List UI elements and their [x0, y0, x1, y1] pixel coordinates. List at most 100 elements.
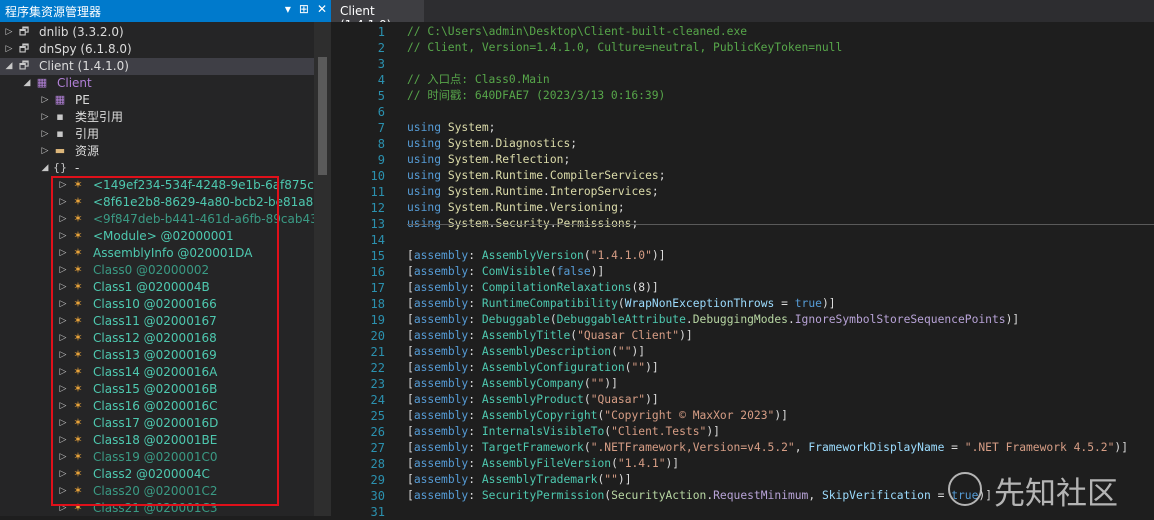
collapse-arrow-icon[interactable]: ◢ [22, 75, 32, 92]
tree-item[interactable]: ▷ ✶ Class16 @0200016C [0, 398, 314, 415]
expand-arrow-icon[interactable]: ▷ [58, 466, 68, 483]
tree-item[interactable]: ▷ ✶ <149ef234-534f-4248-9e1b-6af875c1 [0, 177, 314, 194]
scrollbar-thumb[interactable] [318, 57, 327, 175]
tree-item[interactable]: ▷ ✶ <9f847deb-b441-461d-a6fb-89cab43 [0, 211, 314, 228]
expand-arrow-icon[interactable]: ▷ [58, 313, 68, 330]
pin-icon[interactable]: ⊞ [299, 2, 309, 16]
tree-item[interactable]: ▷ ▬ 资源 [0, 143, 314, 160]
expand-arrow-icon[interactable]: ▷ [58, 347, 68, 364]
tree-item-label: 类型引用 [75, 110, 124, 124]
dropdown-icon[interactable]: ▾ [285, 2, 291, 16]
code-token: true [794, 297, 822, 310]
expand-arrow-icon[interactable]: ▷ [58, 177, 68, 194]
expand-arrow-icon[interactable]: ▷ [58, 432, 68, 449]
tree-item[interactable]: ▷ ✶ Class1 @0200004B [0, 279, 314, 296]
expand-arrow-icon[interactable]: ▷ [58, 194, 68, 211]
class-icon: ✶ [73, 382, 83, 395]
expand-arrow-icon[interactable]: ▷ [58, 330, 68, 347]
tab-client[interactable]: Client (1.4.1.0) [331, 0, 424, 32]
tree-item[interactable]: ▷ ✶ AssemblyInfo @020001DA [0, 245, 314, 262]
code-token: System [447, 201, 489, 214]
code-token: [ [407, 473, 414, 486]
line-number: 12 [370, 201, 385, 215]
expand-arrow-icon[interactable]: ▷ [40, 109, 50, 126]
tree-item[interactable]: ▷ ✶ Class2 @0200004C [0, 466, 314, 483]
tree-item[interactable]: ◢ 🗗 Client (1.4.1.0) [0, 58, 314, 75]
class-icon: ✶ [73, 212, 83, 225]
tree-item[interactable]: ▷ ✶ Class17 @0200016D [0, 415, 314, 432]
expand-arrow-icon[interactable]: ▷ [58, 296, 68, 313]
tree-item[interactable]: ▷ ✶ Class20 @020001C2 [0, 483, 314, 500]
code-line: [assembly: SecurityPermission(SecurityAc… [407, 488, 992, 504]
expand-arrow-icon[interactable]: ▷ [58, 483, 68, 500]
code-line: using System.Runtime.Versioning; [407, 200, 625, 216]
expand-arrow-icon[interactable]: ▷ [40, 126, 50, 143]
tree-item[interactable]: ▷ ✶ Class12 @02000168 [0, 330, 314, 347]
expand-arrow-icon[interactable]: ▷ [40, 92, 50, 109]
expand-arrow-icon[interactable]: ▷ [58, 228, 68, 245]
close-icon[interactable]: ✕ [317, 2, 327, 16]
expand-arrow-icon[interactable]: ▷ [58, 449, 68, 466]
tree-item[interactable]: ◢{} - [0, 160, 314, 177]
expand-arrow-icon[interactable]: ▷ [58, 500, 68, 516]
tree-item[interactable]: ▷ ✶ Class10 @02000166 [0, 296, 314, 313]
code-token: [ [407, 313, 414, 326]
line-number: 13 [370, 217, 385, 231]
tree-item[interactable]: ▷ ▪ 引用 [0, 126, 314, 143]
code-token: ; [617, 201, 625, 214]
tree-item[interactable]: ▷ ✶ <Module> @02000001 [0, 228, 314, 245]
code-line: [assembly: InternalsVisibleTo("Client.Te… [407, 424, 720, 440]
tree-scrollbar[interactable] [314, 22, 331, 516]
collapse-arrow-icon[interactable]: ◢ [4, 58, 14, 75]
expand-arrow-icon[interactable]: ▷ [58, 415, 68, 432]
code-token: false [556, 265, 591, 278]
expand-arrow-icon[interactable]: ▷ [4, 24, 14, 41]
expand-arrow-icon[interactable]: ▷ [58, 279, 68, 296]
tree-item[interactable]: ▷ ✶ Class18 @020001BE [0, 432, 314, 449]
code-token: = [944, 441, 965, 454]
expand-arrow-icon[interactable]: ▷ [58, 245, 68, 262]
code-token: : [468, 249, 482, 262]
tree-item[interactable]: ▷ ▦ PE [0, 92, 314, 109]
code-token: ( [583, 249, 591, 262]
tree-item[interactable]: ▷ ✶ Class13 @02000169 [0, 347, 314, 364]
collapse-arrow-icon[interactable]: ◢ [40, 160, 50, 177]
code-view[interactable]: // C:\Users\admin\Desktop\Client-built-c… [407, 22, 1154, 516]
tree-item[interactable]: ▷ ✶ Class11 @02000167 [0, 313, 314, 330]
code-token: FrameworkDisplayName [808, 441, 945, 454]
code-token: [ [407, 457, 414, 470]
tree-item[interactable]: ▷ ▪ 类型引用 [0, 109, 314, 126]
expand-arrow-icon[interactable]: ▷ [58, 211, 68, 228]
tree-item[interactable]: ▷ ✶ Class19 @020001C0 [0, 449, 314, 466]
tree-item[interactable]: ▷ ✶ Class15 @0200016B [0, 381, 314, 398]
tree-item-label: 资源 [75, 144, 100, 158]
expand-arrow-icon[interactable]: ▷ [58, 381, 68, 398]
code-token: ( [549, 265, 557, 278]
code-token: "Copyright © MaxXor 2023" [604, 409, 775, 422]
tree-item[interactable]: ▷ ✶ Class0 @02000002 [0, 262, 314, 279]
tree-item-label: Class11 @02000167 [93, 314, 217, 328]
code-token: System [447, 185, 489, 198]
code-token: DebuggableAttribute [556, 313, 686, 326]
tree-item[interactable]: ▷ ✶ Class14 @0200016A [0, 364, 314, 381]
tree-item[interactable]: ◢ ▦ Client [0, 75, 314, 92]
tree-item[interactable]: ▷ ✶ Class21 @020001C3 [0, 500, 314, 516]
code-token: )] [1005, 313, 1020, 326]
tree-item-label: dnSpy (6.1.8.0) [39, 42, 132, 56]
expand-arrow-icon[interactable]: ▷ [58, 262, 68, 279]
tree-item[interactable]: ▷ 🗗 dnSpy (6.1.8.0) [0, 41, 314, 58]
expand-arrow-icon[interactable]: ▷ [58, 398, 68, 415]
tree-item-label: Class0 @02000002 [93, 263, 210, 277]
expand-arrow-icon[interactable]: ▷ [4, 41, 14, 58]
assembly-tree[interactable]: ▷ 🗗 dnlib (3.3.2.0) ▷ 🗗 dnSpy (6.1.8.0) ◢ 🗗 Clie… [0, 24, 314, 516]
tree-item[interactable]: ▷ 🗗 dnlib (3.3.2.0) [0, 24, 314, 41]
assembly-explorer-panel: 程序集资源管理器 ▾ ⊞ ✕ ▷ 🗗 dnlib (3.3.2.0) ▷ 🗗 dnSpy … [0, 0, 331, 516]
expand-arrow-icon[interactable]: ▷ [58, 364, 68, 381]
expand-arrow-icon[interactable]: ▷ [40, 143, 50, 160]
tree-item-label: Class16 @0200016C [93, 399, 218, 413]
code-editor[interactable]: 1 2 3 4 5 6 7 8 9 10 11 12 13 14 15 16 17 18 19 20 21 22 23 24 2… [331, 22, 1154, 519]
tree-item-label: Class1 @0200004B [93, 280, 210, 294]
tree-item[interactable]: ▷ ✶ <8f61e2b8-8629-4a80-bcb2-be81a8a [0, 194, 314, 211]
code-token: [ [407, 489, 414, 502]
code-token: ".NETFramework,Version=v4.5.2" [590, 441, 795, 454]
